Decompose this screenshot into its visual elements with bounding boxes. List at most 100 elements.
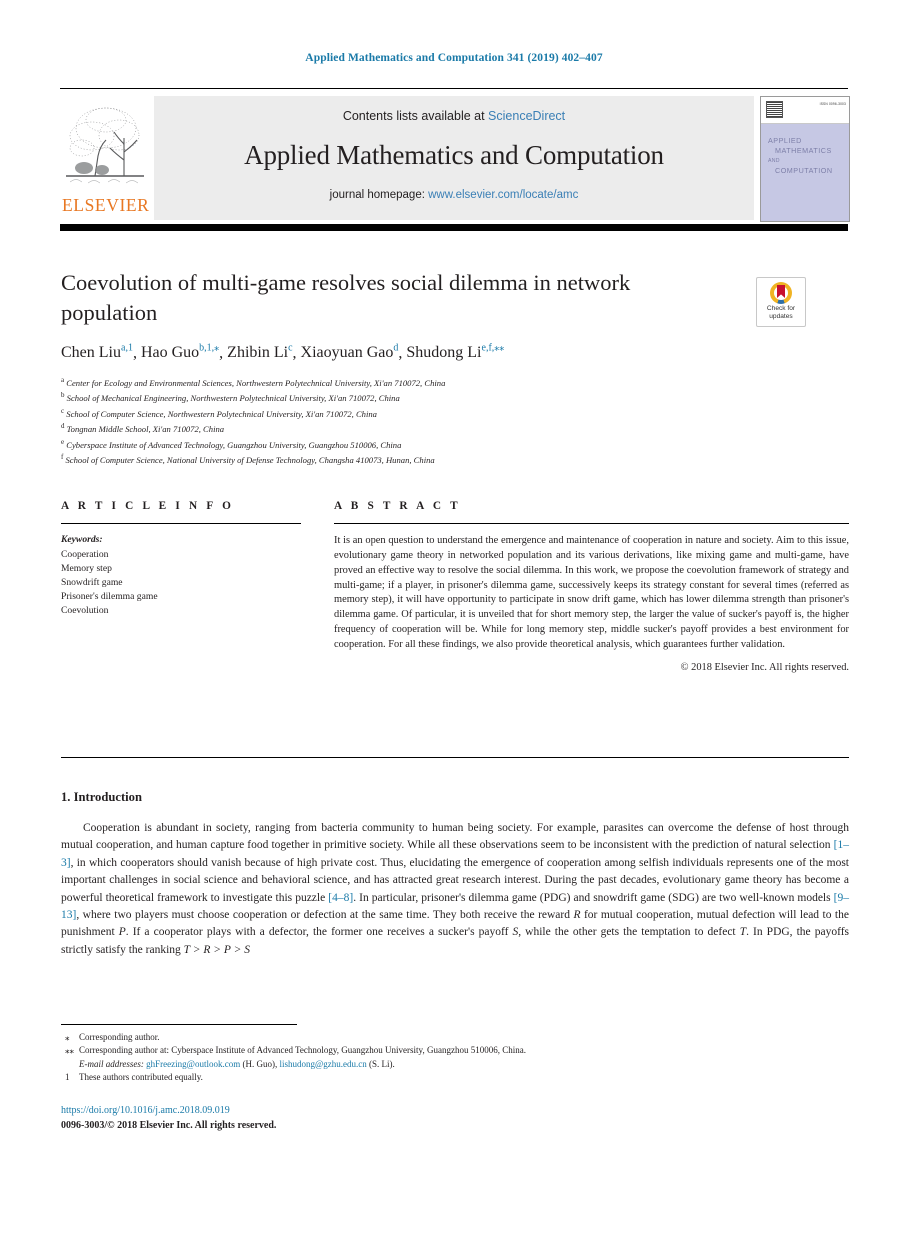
- author-name: Zhibin Li: [227, 344, 289, 362]
- affiliation-text: Cyberspace Institute of Advanced Technol…: [66, 439, 402, 450]
- affiliation-item: c School of Computer Science, Northweste…: [61, 405, 761, 420]
- affiliation-text: School of Mechanical Engineering, Northw…: [66, 393, 400, 404]
- footnote-block: ⁎ Corresponding author. ⁎⁎ Corresponding a…: [61, 1031, 761, 1085]
- contents-line: Contents lists available at ScienceDirec…: [154, 109, 754, 123]
- affiliation-mark: e: [61, 437, 65, 446]
- abstract-heading: A B S T R A C T: [334, 500, 461, 512]
- keyword-item: Memory step: [61, 562, 112, 574]
- affiliation-text: School of Computer Science, Northwestern…: [66, 408, 377, 419]
- author-entry[interactable]: Shudong Lie,f,⁎⁎: [406, 343, 505, 362]
- email-addresses-label: E-mail addresses:: [79, 1058, 144, 1069]
- keywords-block: Keywords: Cooperation Memory step Snowdr…: [61, 533, 301, 618]
- abstract-column: A B S T R A C T It is an open question t…: [334, 500, 849, 673]
- keyword-item: Coevolution: [61, 605, 109, 617]
- footnote-text: These authors contributed equally.: [79, 1072, 203, 1083]
- elsevier-wordmark: ELSEVIER: [62, 195, 150, 215]
- author-entry[interactable]: Xiaoyuan Gaod: [300, 343, 399, 362]
- footnote-text: Corresponding author.: [79, 1032, 160, 1042]
- affiliation-text: Tongnan Middle School, Xi'an 710072, Chi…: [66, 424, 225, 435]
- abstract-copyright: © 2018 Elsevier Inc. All rights reserved…: [680, 661, 849, 673]
- journal-homepage-line: journal homepage: www.elsevier.com/locat…: [154, 189, 754, 201]
- affiliation-text: Center for Ecology and Environmental Sci…: [66, 377, 446, 388]
- keyword-item: Snowdrift game: [61, 576, 123, 588]
- elsevier-logo: ELSEVIER: [62, 98, 150, 220]
- article-info-rule: [61, 523, 301, 525]
- author-entry[interactable]: Zhibin Lic: [227, 343, 293, 362]
- intro-text-part: , while the other gets the temptation to…: [518, 926, 740, 939]
- intro-text-part: , where two players must choose cooperat…: [76, 909, 574, 922]
- footnote-mark: ⁎⁎: [65, 1045, 74, 1056]
- author-name: Xiaoyuan Gao: [300, 344, 394, 362]
- footnote-mark: ⁎: [65, 1032, 70, 1042]
- affiliation-item: f School of Computer Science, National U…: [61, 451, 761, 466]
- affiliation-mark: f: [61, 453, 64, 462]
- corresponding-author-marker: ⁎⁎: [494, 343, 505, 354]
- article-info-heading: A R T I C L E I N F O: [61, 500, 235, 512]
- journal-cover-thumbnail: ISSN 0096-3003 APPLIED MATHEMATICS AND C…: [760, 96, 850, 222]
- article-info-column: A R T I C L E I N F O Keywords: Cooperat…: [61, 500, 301, 619]
- journal-article-page: Applied Mathematics and Computation 341 …: [0, 0, 907, 1238]
- footnote-email-line: E-mail addresses: ghFreezing@outlook.com…: [79, 1058, 395, 1069]
- keyword-item: Prisoner's dilemma game: [61, 591, 158, 603]
- author-entry[interactable]: Hao Guob,1,⁎: [140, 343, 220, 362]
- footnote-rule: [61, 1024, 297, 1025]
- article-title: Coevolution of multi-game resolves socia…: [61, 270, 631, 325]
- author-list: Chen Liua,1, Hao Guob,1,⁎, Zhibin Lic, X…: [61, 343, 505, 362]
- cover-title-line2: MATHEMATICS: [775, 146, 832, 155]
- crossmark-label: Check for updates: [757, 305, 805, 322]
- footnote-text: Corresponding author at: Cyberspace Inst…: [79, 1045, 526, 1056]
- affiliation-item: e Cyberspace Institute of Advanced Techn…: [61, 436, 761, 451]
- cover-title-line3: AND: [768, 158, 780, 164]
- author-name: Hao Guo: [140, 344, 200, 362]
- footnote-item: ⁎ Corresponding author.: [61, 1031, 761, 1044]
- math-variable-R: R: [573, 909, 581, 922]
- payoff-ranking-expression: T > R > P > S: [183, 943, 250, 956]
- journal-masthead: ELSEVIER Contents lists available at Sci…: [60, 88, 850, 222]
- crossmark-label-line2: updates: [769, 313, 793, 321]
- intro-text-part: . In particular, prisoner's dilemma game…: [353, 891, 834, 904]
- author-name: Chen Liu: [61, 344, 121, 362]
- cover-title-text: APPLIED MATHEMATICS AND COMPUTATION: [768, 136, 846, 176]
- crossmark-label-line1: Check for: [766, 305, 796, 312]
- math-variable-P: P: [118, 926, 126, 939]
- running-head: Applied Mathematics and Computation 341 …: [305, 52, 603, 64]
- masthead-top-rule: [60, 88, 848, 90]
- footnote-item: ⁎⁎ Corresponding author at: Cyberspace In…: [61, 1044, 761, 1071]
- email-link[interactable]: lishudong@gzhu.edu.cn: [279, 1059, 366, 1069]
- footer-block: https://doi.org/10.1016/j.amc.2018.09.01…: [61, 1103, 761, 1133]
- keywords-label: Keywords:: [61, 534, 103, 546]
- cover-title-line1: APPLIED: [768, 136, 802, 145]
- email-owner: (S. Li): [368, 1058, 393, 1069]
- footnote-item-equal-contribution: 1 These authors contributed equally.: [61, 1071, 761, 1084]
- author-affil-mark: c: [288, 343, 293, 354]
- journal-homepage-link[interactable]: www.elsevier.com/locate/amc: [428, 189, 578, 201]
- cover-header-strip: ISSN 0096-3003: [761, 97, 849, 124]
- abstract-text: It is an open question to understand the…: [334, 535, 849, 650]
- affiliation-item: b School of Mechanical Engineering, Nort…: [61, 389, 761, 404]
- footnote-mark: 1: [65, 1072, 70, 1083]
- elsevier-tree-icon: [62, 98, 148, 193]
- citation-link[interactable]: [4–8]: [328, 892, 353, 904]
- abstract-bottom-rule: [61, 757, 849, 759]
- keyword-item: Cooperation: [61, 548, 109, 560]
- affiliation-mark: c: [61, 406, 65, 415]
- email-link[interactable]: ghFreezing@outlook.com: [146, 1059, 240, 1069]
- introduction-paragraph: Cooperation is abundant in society, rang…: [61, 820, 849, 959]
- author-name: Shudong Li: [406, 344, 482, 362]
- section-heading-introduction: 1. Introduction: [61, 790, 142, 804]
- intro-text-part: . If a cooperator plays with a defector,…: [125, 926, 513, 939]
- affiliation-mark: a: [61, 376, 65, 384]
- cover-corner-text: ISSN 0096-3003: [819, 102, 846, 106]
- author-affil-mark: a,1: [121, 343, 133, 354]
- abstract-rule: [334, 523, 849, 525]
- author-entry[interactable]: Chen Liua,1: [61, 343, 133, 362]
- affiliation-mark: d: [61, 422, 65, 431]
- contents-prefix: Contents lists available at: [342, 109, 489, 123]
- corresponding-author-marker: ⁎: [214, 343, 220, 354]
- crossmark-badge[interactable]: Check for updates: [756, 277, 806, 327]
- doi-link[interactable]: https://doi.org/10.1016/j.amc.2018.09.01…: [61, 1103, 761, 1118]
- cover-publisher-icon: [766, 101, 783, 118]
- sciencedirect-link[interactable]: ScienceDirect: [488, 109, 565, 123]
- cover-title-line4: COMPUTATION: [775, 166, 833, 175]
- affiliation-text: School of Computer Science, National Uni…: [65, 455, 435, 466]
